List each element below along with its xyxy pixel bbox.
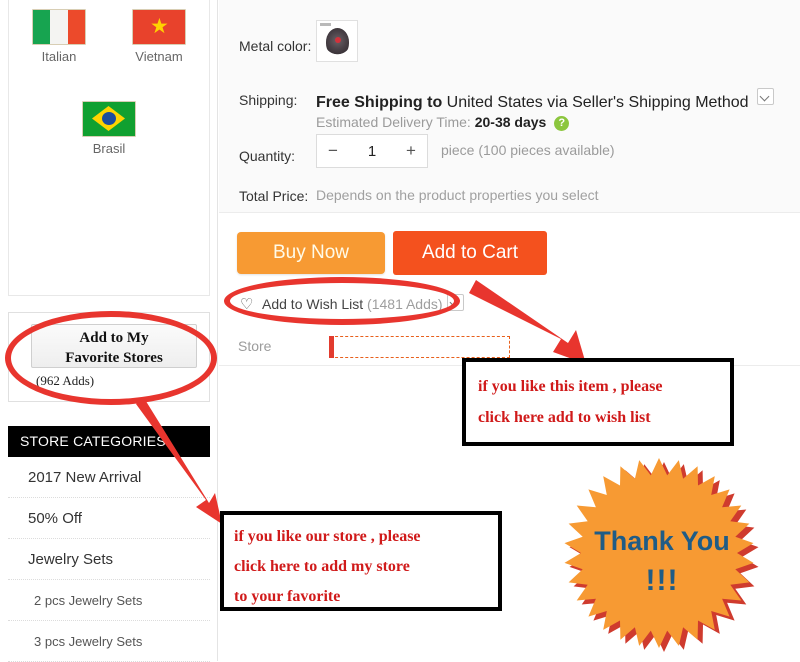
total-price-label: Total Price: — [239, 188, 309, 204]
thank-you-exclamation: !!! — [645, 564, 679, 597]
category-item-2017-new-arrival[interactable]: 2017 New Arrival — [8, 457, 210, 498]
shipping-free-text: Free Shipping to — [316, 94, 443, 111]
category-item-50-off[interactable]: 50% Off — [8, 498, 210, 539]
language-item-spanish[interactable]: Spanish — [109, 0, 209, 9]
quantity-decrement-button[interactable]: − — [317, 135, 349, 167]
vietnam-flag-icon: ★ — [132, 9, 186, 45]
quantity-availability-text: piece (100 pieces available) — [441, 142, 615, 158]
chevron-down-icon[interactable] — [757, 88, 775, 105]
brazil-flag-icon — [82, 101, 136, 137]
highlight-ellipse-favorite-store — [5, 311, 217, 405]
shipping-label: Shipping: — [239, 92, 298, 108]
category-item-jewelry-sets[interactable]: Jewelry Sets — [8, 539, 210, 580]
highlight-ellipse-wish-list — [224, 277, 460, 325]
quantity-stepper[interactable]: − 1 + — [316, 134, 428, 168]
add-to-cart-button[interactable]: Add to Cart — [393, 231, 547, 275]
metal-color-label: Metal color: — [239, 38, 312, 54]
language-label: Brasil — [92, 141, 126, 156]
language-item-italian[interactable]: Italian — [9, 9, 109, 101]
edt-value: 20-38 days — [474, 114, 547, 130]
help-icon[interactable]: ? — [554, 116, 570, 131]
thank-you-text: Thank You — [594, 526, 730, 556]
category-item-2-pcs-jewelry-sets[interactable]: 2 pcs Jewelry Sets — [8, 580, 210, 621]
total-price-value: Depends on the product properties you se… — [316, 187, 599, 203]
annotation-favorite-store-note: if you like our store , please click her… — [220, 511, 502, 611]
swatch-tag-icon — [320, 23, 331, 26]
metal-color-swatch[interactable] — [316, 20, 358, 62]
edt-prefix: Estimated Delivery Time: — [316, 114, 471, 130]
thank-you-badge: Thank You !!! — [562, 458, 762, 656]
gem-icon — [335, 37, 341, 43]
store-placeholder-outline — [329, 336, 510, 358]
language-item-vietnam[interactable]: ★ Vietnam — [109, 9, 209, 101]
shipping-value[interactable]: Free Shipping to United States via Selle… — [316, 88, 775, 112]
estimated-delivery-time: Estimated Delivery Time: 20-38 days ? — [316, 114, 570, 131]
thank-you-text-block: Thank You !!! — [562, 526, 762, 596]
quantity-increment-button[interactable]: + — [395, 135, 427, 167]
language-grid: Japanese Thai ✦ Turkish Spanish — [9, 0, 209, 193]
product-detail-panel: Metal color: Shipping: Free Shipping to … — [219, 0, 800, 213]
buy-now-button[interactable]: Buy Now — [237, 232, 385, 274]
shipping-destination-text: United States via Seller's Shipping Meth… — [446, 94, 749, 111]
quantity-label: Quantity: — [239, 148, 296, 164]
category-item-3-pcs-jewelry-sets[interactable]: 3 pcs Jewelry Sets — [8, 621, 210, 662]
annotation-line: if you like this item , please — [478, 378, 663, 395]
language-label: Vietnam — [135, 49, 183, 64]
italy-flag-icon — [32, 9, 86, 45]
language-selector-panel: Japanese Thai ✦ Turkish Spanish — [8, 0, 210, 296]
annotation-line: if you like our store , please — [234, 528, 421, 545]
annotation-line: click here to add my store — [234, 558, 410, 575]
annotation-wish-list-note: if you like this item , please click her… — [462, 358, 734, 446]
language-label: Italian — [41, 49, 77, 64]
store-categories-header: STORE CATEGORIES — [8, 426, 210, 457]
store-categories-list: 2017 New Arrival 50% Off Jewelry Sets 2 … — [8, 457, 210, 662]
language-item-turkish[interactable]: ✦ Turkish — [9, 0, 109, 9]
annotation-line: click here add to wish list — [478, 409, 651, 426]
language-item-brasil[interactable]: Brasil — [9, 101, 209, 193]
quantity-input[interactable]: 1 — [349, 143, 395, 160]
annotation-line: to your favorite — [234, 588, 341, 605]
store-row-label: Store — [238, 338, 272, 354]
